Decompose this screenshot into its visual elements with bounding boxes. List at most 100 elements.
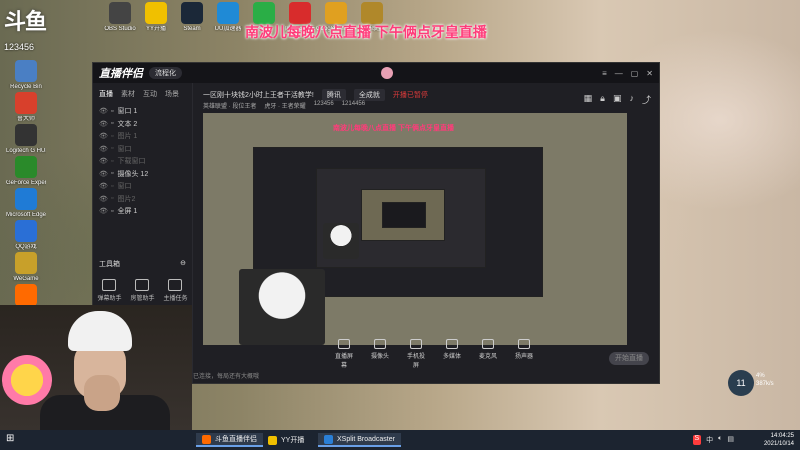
tool-button[interactable]: 主播任务	[163, 279, 188, 302]
volume-icon[interactable]: 🔈︎	[718, 435, 722, 445]
eye-icon[interactable]: 👁︎	[99, 207, 108, 215]
avatar[interactable]	[381, 67, 394, 79]
scene-item[interactable]: 👁︎ ▫ 全屏 1	[93, 205, 192, 218]
start-icon[interactable]: ⊞	[6, 433, 14, 444]
source-button[interactable]: 多媒体	[441, 339, 463, 369]
tool-button[interactable]: 房管助手	[130, 279, 155, 302]
source-button[interactable]: 摄像头	[369, 339, 391, 369]
maximize-icon[interactable]: ▢	[631, 69, 639, 78]
scene-item[interactable]: 👁︎ ▫ 图片2	[93, 193, 192, 206]
eye-icon[interactable]: 👁︎	[99, 145, 108, 153]
toolbox-toggle-icon[interactable]: ⊖	[180, 259, 186, 269]
close-icon[interactable]: ✕	[646, 69, 653, 78]
side-tab[interactable]: 互动	[143, 89, 157, 99]
streamer-hand	[84, 375, 120, 411]
desktop-icon[interactable]: 鲁大师	[6, 92, 46, 123]
ime-text[interactable]: 中	[706, 435, 713, 445]
scene-item[interactable]: 👁︎ ▫ 窗口	[93, 180, 192, 193]
app-icon	[145, 2, 167, 24]
desktop-icon-label: UU加速器	[214, 26, 242, 32]
net-speed-gauge[interactable]: 11	[728, 370, 754, 396]
taskbar-item[interactable]: 斗鱼直播伴侣	[196, 433, 263, 447]
lock-icon[interactable]: ▫	[111, 195, 113, 202]
clock[interactable]: 14:04:25 2021/10/14	[764, 432, 794, 448]
taskbar-item[interactable]: YY开播	[262, 433, 310, 447]
source-button[interactable]: 麦克风	[477, 339, 499, 369]
lock-icon[interactable]: ▫	[111, 158, 113, 165]
eye-icon[interactable]: 👁︎	[99, 182, 108, 190]
toolbox: 弹幕助手 房管助手 主播任务	[93, 279, 192, 302]
preview-canvas[interactable]: 南波儿每晚八点直播 下午俩点牙皇直播	[203, 113, 627, 345]
toolbox-title: 工具箱	[99, 261, 120, 268]
side-tab[interactable]: 场景	[165, 89, 179, 99]
scene-item[interactable]: 👁︎ ▫ 文本 2	[93, 118, 192, 131]
taskbar-app-icon	[324, 434, 333, 444]
desktop-icon[interactable]: Logitech G HUB	[6, 124, 46, 155]
lock-icon[interactable]: ▫	[111, 183, 113, 190]
desktop-icon[interactable]: Microsoft Edge	[6, 188, 46, 219]
brand-pill[interactable]: 流程化	[149, 67, 182, 79]
lock-icon[interactable]: ▫	[111, 108, 113, 115]
save-icon[interactable]: ▣	[613, 93, 622, 106]
ime-icon[interactable]: S	[692, 435, 702, 445]
source-button[interactable]: 扬声器	[513, 339, 535, 369]
start-live-button[interactable]: 开始直播	[609, 352, 649, 365]
source-button[interactable]: 手机投屏	[405, 339, 427, 369]
source-label: 扬声器	[514, 354, 533, 360]
lock-icon[interactable]: ▫	[111, 170, 113, 177]
scene-item[interactable]: 👁︎ ▫ 摄像头 12	[93, 168, 192, 181]
eye-icon[interactable]: 👁︎	[99, 120, 108, 128]
eye-icon[interactable]: 👁︎	[99, 132, 108, 140]
app-icon	[253, 2, 275, 24]
scene-item[interactable]: 👁︎ ▫ 窗口	[93, 143, 192, 156]
app-icon	[109, 2, 131, 24]
desktop-icon[interactable]: QQ游戏	[6, 220, 46, 251]
share-icon[interactable]: ⤴	[642, 93, 651, 106]
desktop-icon[interactable]: Recycle Bin	[6, 60, 46, 91]
network-icon[interactable]: ▤	[727, 435, 734, 445]
source-button[interactable]: 直播屏幕	[333, 339, 355, 369]
bell-icon[interactable]: ♪	[629, 93, 634, 106]
source-label: 摄像头	[370, 354, 389, 360]
lock-icon[interactable]: ▫	[111, 208, 113, 215]
eye-icon[interactable]: 👁︎	[99, 170, 108, 178]
eye-icon[interactable]: 👁︎	[99, 157, 108, 165]
app-brand: 直播伴侣	[99, 68, 143, 80]
desktop-icon[interactable]: YY开播	[136, 2, 176, 33]
taskbar-item[interactable]: XSplit Broadcaster	[318, 433, 401, 447]
grid-icon[interactable]: ▦	[584, 93, 593, 106]
desktop-icon[interactable]: Steam	[172, 2, 212, 33]
lock-icon[interactable]: 🔒︎	[600, 93, 605, 106]
webcam-overlay	[0, 305, 192, 450]
side-tab[interactable]: 素材	[121, 89, 135, 99]
nested-preview-3	[361, 189, 445, 241]
taskbar-app-icon	[268, 435, 277, 445]
scene-item[interactable]: 👁︎ ▫ 图片 1	[93, 130, 192, 143]
desktop-icon[interactable]: OBS Studio	[100, 2, 140, 33]
desktop-icon[interactable]: UU加速器	[208, 2, 248, 33]
desktop-icon[interactable]: WeGame	[6, 252, 46, 283]
mode-chip[interactable]: 全成就	[353, 89, 385, 101]
scene-label: 摄像头 12	[117, 170, 149, 178]
tool-button[interactable]: 弹幕助手	[97, 279, 122, 302]
lock-icon[interactable]: ▫	[111, 120, 113, 127]
minimize-icon[interactable]: —	[615, 69, 623, 78]
desktop-icon[interactable]: GeForce Experience	[6, 156, 46, 187]
tool-icon	[102, 279, 117, 291]
game-tag[interactable]: 英雄联盟 · 段位王者	[203, 101, 256, 110]
lock-icon[interactable]: ▫	[111, 145, 113, 152]
scene-item[interactable]: 👁︎ ▫ 窗口 1	[93, 105, 192, 118]
platform-tag[interactable]: 虎牙 · 王者荣耀	[264, 101, 305, 110]
room-title[interactable]: 一区刚十块钱2小时上王者干活教学!	[203, 90, 314, 100]
app-icon	[15, 188, 37, 210]
side-tab[interactable]: 直播	[99, 89, 113, 99]
desktop-icon-label: Logitech G HUB	[6, 148, 46, 154]
source-icon	[518, 339, 530, 349]
category-chip[interactable]: 腾讯	[321, 89, 346, 101]
menu-icon[interactable]: ≡	[602, 69, 607, 78]
eye-icon[interactable]: 👁︎	[99, 107, 108, 115]
lock-icon[interactable]: ▫	[111, 133, 113, 140]
eye-icon[interactable]: 👁︎	[99, 195, 108, 203]
scene-label: 文本 2	[117, 120, 138, 128]
scene-item[interactable]: 👁︎ ▫ 下载窗口	[93, 155, 192, 168]
